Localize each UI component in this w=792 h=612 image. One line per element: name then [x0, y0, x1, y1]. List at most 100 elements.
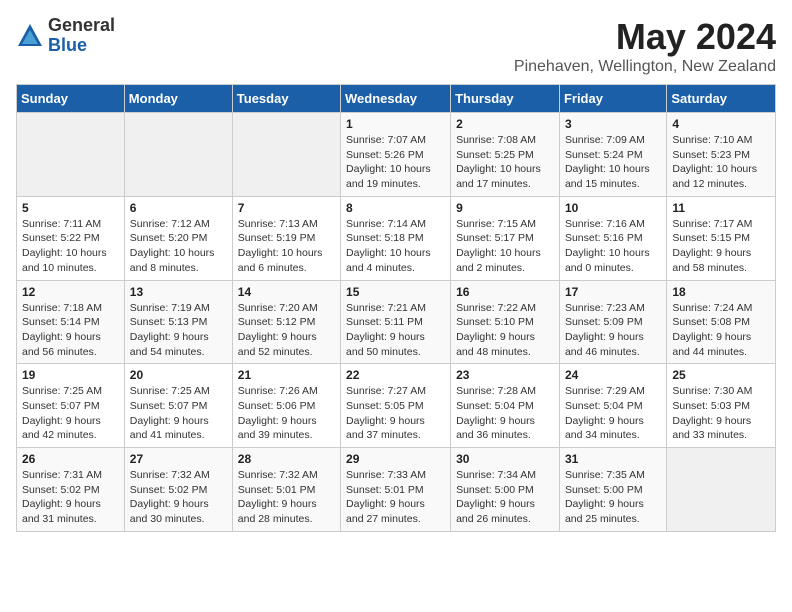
- calendar-cell: 23 Sunrise: 7:28 AMSunset: 5:04 PMDayligh…: [451, 364, 560, 448]
- weekday-header: Sunday: [17, 85, 125, 113]
- weekday-header: Tuesday: [232, 85, 340, 113]
- calendar-cell: 13 Sunrise: 7:19 AMSunset: 5:13 PMDayligh…: [124, 280, 232, 364]
- header: General Blue May 2024 Pinehaven, Welling…: [16, 16, 776, 76]
- calendar-cell: 9Sunrise: 7:15 AMSunset: 5:17 PMDaylight…: [451, 196, 560, 280]
- day-detail: Sunrise: 7:35 AMSunset: 5:00 PMDaylight:…: [565, 469, 645, 525]
- day-detail: Sunrise: 7:27 AMSunset: 5:05 PMDaylight:…: [346, 385, 426, 441]
- day-detail: Sunrise: 7:16 AMSunset: 5:16 PMDaylight:…: [565, 218, 650, 274]
- calendar-cell: 26Sunrise: 7:31 AMSunset: 5:02 PMDayligh…: [17, 448, 125, 532]
- weekday-header: Thursday: [451, 85, 560, 113]
- day-number: 30: [456, 452, 554, 466]
- calendar-cell: 10Sunrise: 7:16 AMSunset: 5:16 PMDayligh…: [559, 196, 666, 280]
- calendar-cell: 16 Sunrise: 7:22 AMSunset: 5:10 PMDayligh…: [451, 280, 560, 364]
- day-detail: Sunrise: 7:12 AMSunset: 5:20 PMDaylight:…: [130, 218, 215, 274]
- header-row: SundayMondayTuesdayWednesdayThursdayFrid…: [17, 85, 776, 113]
- calendar-cell: 24Sunrise: 7:29 AMSunset: 5:04 PMDayligh…: [559, 364, 666, 448]
- day-detail: Sunrise: 7:21 AMSunset: 5:11 PMDaylight:…: [346, 302, 426, 358]
- day-number: 24: [565, 368, 661, 382]
- calendar-week-row: 12 Sunrise: 7:18 AMSunset: 5:14 PMDayligh…: [17, 280, 776, 364]
- day-number: 17: [565, 285, 661, 299]
- location-title: Pinehaven, Wellington, New Zealand: [514, 58, 776, 76]
- day-number: 13: [130, 285, 227, 299]
- logo-blue-text: Blue: [48, 36, 115, 56]
- day-number: 5: [22, 201, 119, 215]
- day-detail: Sunrise: 7:34 AMSunset: 5:00 PMDaylight:…: [456, 469, 536, 525]
- calendar-cell: 28 Sunrise: 7:32 AMSunset: 5:01 PMDayligh…: [232, 448, 340, 532]
- calendar-cell: [17, 113, 125, 197]
- weekday-header: Saturday: [667, 85, 776, 113]
- day-detail: Sunrise: 7:07 AMSunset: 5:26 PMDaylight:…: [346, 134, 431, 190]
- calendar-table: SundayMondayTuesdayWednesdayThursdayFrid…: [16, 84, 776, 532]
- day-number: 16: [456, 285, 554, 299]
- day-number: 25: [672, 368, 770, 382]
- calendar-week-row: 5 Sunrise: 7:11 AMSunset: 5:22 PMDaylight…: [17, 196, 776, 280]
- logo-icon: [16, 22, 44, 50]
- day-number: 11: [672, 201, 770, 215]
- day-number: 6: [130, 201, 227, 215]
- calendar-cell: 1 Sunrise: 7:07 AMSunset: 5:26 PMDaylight…: [341, 113, 451, 197]
- calendar-cell: 11Sunrise: 7:17 AMSunset: 5:15 PMDayligh…: [667, 196, 776, 280]
- day-detail: Sunrise: 7:08 AMSunset: 5:25 PMDaylight:…: [456, 134, 541, 190]
- calendar-cell: 2Sunrise: 7:08 AMSunset: 5:25 PMDaylight…: [451, 113, 560, 197]
- title-area: May 2024 Pinehaven, Wellington, New Zeal…: [514, 16, 776, 76]
- day-detail: Sunrise: 7:13 AMSunset: 5:19 PMDaylight:…: [238, 218, 323, 274]
- day-detail: Sunrise: 7:11 AMSunset: 5:22 PMDaylight:…: [22, 218, 107, 274]
- calendar-cell: 5 Sunrise: 7:11 AMSunset: 5:22 PMDaylight…: [17, 196, 125, 280]
- day-number: 23: [456, 368, 554, 382]
- calendar-cell: 27 Sunrise: 7:32 AMSunset: 5:02 PMDayligh…: [124, 448, 232, 532]
- calendar-week-row: 26Sunrise: 7:31 AMSunset: 5:02 PMDayligh…: [17, 448, 776, 532]
- day-detail: Sunrise: 7:26 AMSunset: 5:06 PMDaylight:…: [238, 385, 318, 441]
- day-number: 8: [346, 201, 445, 215]
- day-number: 7: [238, 201, 335, 215]
- day-detail: Sunrise: 7:25 AMSunset: 5:07 PMDaylight:…: [130, 385, 210, 441]
- day-detail: Sunrise: 7:30 AMSunset: 5:03 PMDaylight:…: [672, 385, 752, 441]
- day-number: 19: [22, 368, 119, 382]
- day-number: 3: [565, 117, 661, 131]
- day-detail: Sunrise: 7:23 AMSunset: 5:09 PMDaylight:…: [565, 302, 645, 358]
- day-number: 14: [238, 285, 335, 299]
- weekday-header: Monday: [124, 85, 232, 113]
- calendar-cell: 17 Sunrise: 7:23 AMSunset: 5:09 PMDayligh…: [559, 280, 666, 364]
- calendar-cell: 15 Sunrise: 7:21 AMSunset: 5:11 PMDayligh…: [341, 280, 451, 364]
- logo-general-text: General: [48, 16, 115, 36]
- day-detail: Sunrise: 7:22 AMSunset: 5:10 PMDaylight:…: [456, 302, 536, 358]
- day-number: 22: [346, 368, 445, 382]
- calendar-cell: 29 Sunrise: 7:33 AMSunset: 5:01 PMDayligh…: [341, 448, 451, 532]
- calendar-cell: 30 Sunrise: 7:34 AMSunset: 5:00 PMDayligh…: [451, 448, 560, 532]
- day-number: 15: [346, 285, 445, 299]
- calendar-cell: 14 Sunrise: 7:20 AMSunset: 5:12 PMDayligh…: [232, 280, 340, 364]
- day-detail: Sunrise: 7:32 AMSunset: 5:02 PMDaylight:…: [130, 469, 210, 525]
- day-detail: Sunrise: 7:18 AMSunset: 5:14 PMDaylight:…: [22, 302, 102, 358]
- logo: General Blue: [16, 16, 115, 56]
- day-detail: Sunrise: 7:25 AMSunset: 5:07 PMDaylight:…: [22, 385, 102, 441]
- calendar-cell: [124, 113, 232, 197]
- day-detail: Sunrise: 7:10 AMSunset: 5:23 PMDaylight:…: [672, 134, 757, 190]
- day-number: 29: [346, 452, 445, 466]
- calendar-week-row: 19 Sunrise: 7:25 AMSunset: 5:07 PMDayligh…: [17, 364, 776, 448]
- day-detail: Sunrise: 7:20 AMSunset: 5:12 PMDaylight:…: [238, 302, 318, 358]
- day-number: 27: [130, 452, 227, 466]
- weekday-header: Wednesday: [341, 85, 451, 113]
- calendar-cell: 31 Sunrise: 7:35 AMSunset: 5:00 PMDayligh…: [559, 448, 666, 532]
- calendar-cell: 4 Sunrise: 7:10 AMSunset: 5:23 PMDaylight…: [667, 113, 776, 197]
- calendar-cell: 8 Sunrise: 7:14 AMSunset: 5:18 PMDaylight…: [341, 196, 451, 280]
- day-number: 31: [565, 452, 661, 466]
- day-detail: Sunrise: 7:32 AMSunset: 5:01 PMDaylight:…: [238, 469, 318, 525]
- day-number: 20: [130, 368, 227, 382]
- calendar-week-row: 1 Sunrise: 7:07 AMSunset: 5:26 PMDaylight…: [17, 113, 776, 197]
- day-number: 26: [22, 452, 119, 466]
- day-detail: Sunrise: 7:33 AMSunset: 5:01 PMDaylight:…: [346, 469, 426, 525]
- day-number: 18: [672, 285, 770, 299]
- day-detail: Sunrise: 7:19 AMSunset: 5:13 PMDaylight:…: [130, 302, 210, 358]
- day-number: 12: [22, 285, 119, 299]
- calendar-cell: 12 Sunrise: 7:18 AMSunset: 5:14 PMDayligh…: [17, 280, 125, 364]
- calendar-cell: 7 Sunrise: 7:13 AMSunset: 5:19 PMDaylight…: [232, 196, 340, 280]
- day-number: 1: [346, 117, 445, 131]
- calendar-cell: 22 Sunrise: 7:27 AMSunset: 5:05 PMDayligh…: [341, 364, 451, 448]
- calendar-cell: 18Sunrise: 7:24 AMSunset: 5:08 PMDayligh…: [667, 280, 776, 364]
- day-detail: Sunrise: 7:28 AMSunset: 5:04 PMDaylight:…: [456, 385, 536, 441]
- day-detail: Sunrise: 7:14 AMSunset: 5:18 PMDaylight:…: [346, 218, 431, 274]
- day-number: 9: [456, 201, 554, 215]
- day-number: 28: [238, 452, 335, 466]
- day-number: 4: [672, 117, 770, 131]
